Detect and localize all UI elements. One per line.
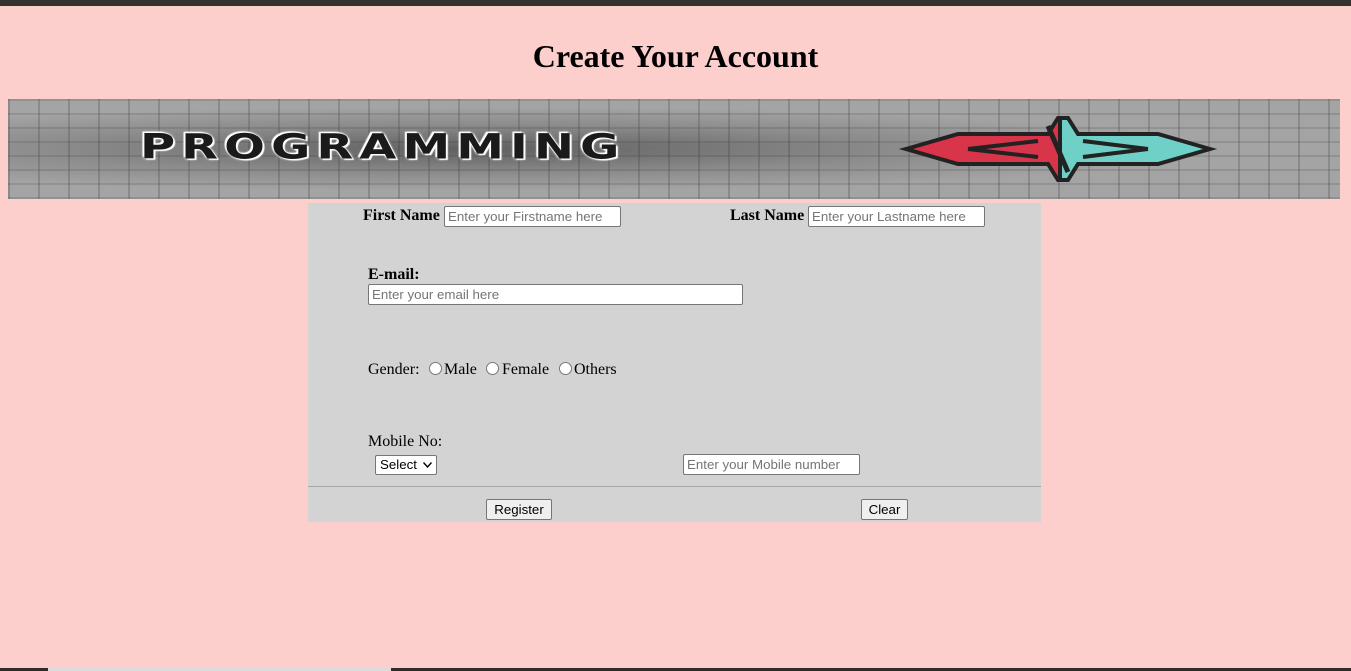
gender-male-label: Male bbox=[444, 361, 477, 378]
register-button[interactable]: Register bbox=[486, 499, 552, 520]
code-brackets-logo-icon bbox=[898, 116, 1218, 182]
gender-others-radio[interactable] bbox=[559, 362, 572, 375]
gender-female-label: Female bbox=[502, 361, 550, 378]
country-code-select[interactable]: Select bbox=[375, 455, 437, 475]
page-title: Create Your Account bbox=[532, 38, 819, 74]
gender-label: Gender: bbox=[368, 361, 420, 378]
first-name-label: First Name bbox=[363, 207, 440, 224]
chevron-down-icon bbox=[423, 462, 432, 468]
country-code-selected: Select bbox=[380, 457, 417, 472]
form-divider bbox=[308, 486, 1041, 487]
gender-female-radio[interactable] bbox=[486, 362, 499, 375]
last-name-input[interactable] bbox=[808, 206, 985, 227]
browser-top-bar bbox=[0, 0, 1351, 6]
email-label: E-mail: bbox=[368, 266, 420, 283]
programming-banner: PROGRAMMING bbox=[8, 99, 1340, 199]
email-input[interactable] bbox=[368, 284, 743, 305]
registration-form: First Name Last Name E-mail: Gender: Mal… bbox=[308, 203, 1041, 522]
gender-others-label: Others bbox=[574, 361, 617, 378]
gender-male-radio[interactable] bbox=[429, 362, 442, 375]
mobile-label: Mobile No: bbox=[368, 433, 443, 450]
last-name-label: Last Name bbox=[730, 207, 805, 224]
first-name-input[interactable] bbox=[444, 206, 621, 227]
mobile-number-input[interactable] bbox=[683, 454, 860, 475]
banner-text: PROGRAMMING bbox=[140, 126, 626, 168]
clear-button[interactable]: Clear bbox=[861, 499, 908, 520]
